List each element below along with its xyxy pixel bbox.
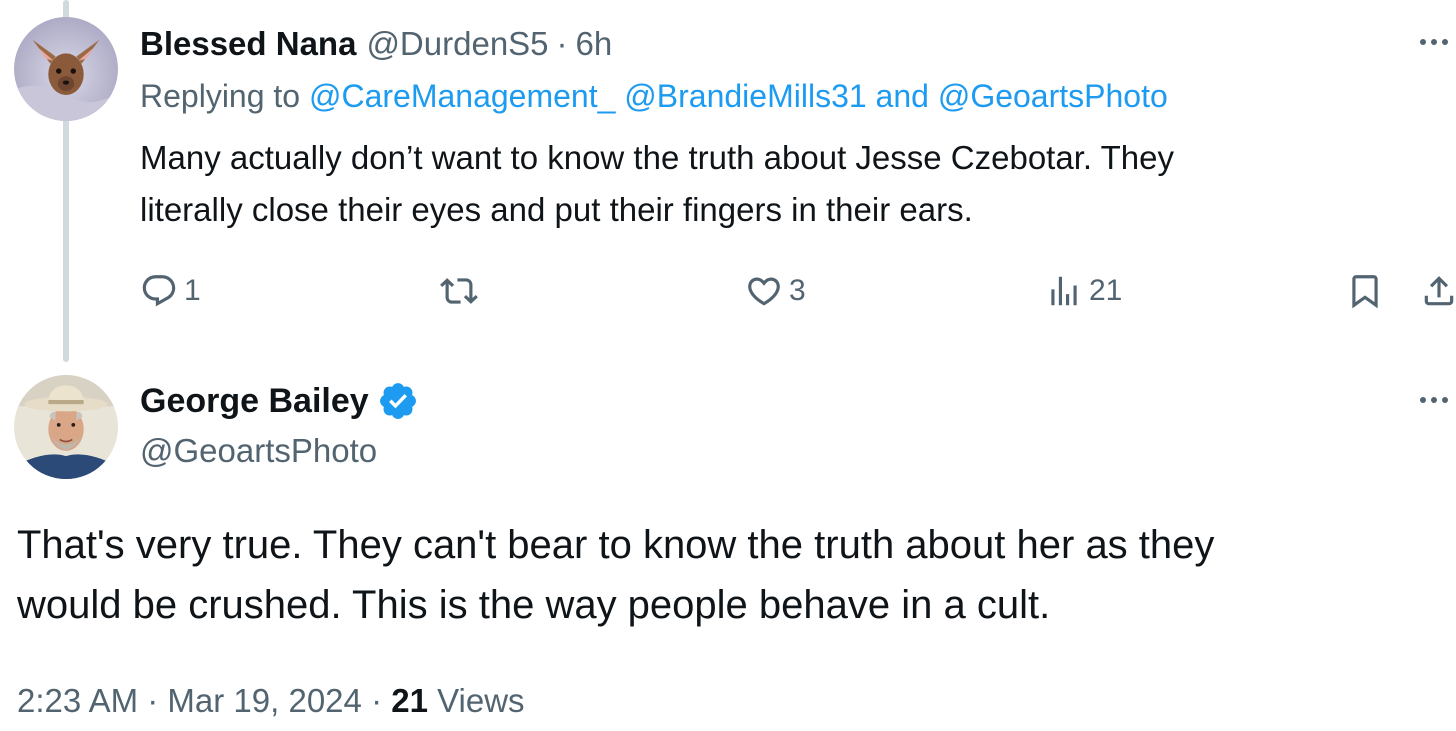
bookmark-button[interactable]	[1346, 266, 1384, 316]
replying-to-label: Replying to	[140, 78, 301, 114]
reply-text-line: literally close their eyes and put their…	[140, 191, 973, 228]
tweet-meta: 2:23 AM · Mar 19, 2024 · 21 Views	[17, 682, 525, 720]
avatar-george-bailey[interactable]	[14, 375, 118, 479]
retweet-button[interactable]	[440, 266, 484, 316]
avatar-dog-image	[14, 17, 118, 121]
bookmark-icon	[1352, 275, 1378, 309]
main-text-line: would be crushed. This is the way people…	[17, 583, 1051, 627]
reply-tweet-text: Many actually don’t want to know the tru…	[140, 132, 1430, 236]
meta-separator: ·	[371, 682, 383, 719]
reply-handle[interactable]: @DurdenS5	[366, 25, 548, 63]
main-display-name[interactable]: George Bailey	[140, 382, 369, 421]
main-handle[interactable]: @GeoartsPhoto	[140, 432, 377, 470]
views-button[interactable]: 21	[1045, 266, 1122, 316]
verified-badge-icon[interactable]	[377, 380, 419, 422]
reply-action-bar: 1 3 21	[0, 266, 1456, 316]
mentions-joiner[interactable]: and	[876, 78, 929, 114]
reply-tweet-header: Blessed Nana @DurdenS5 · 6h	[140, 22, 612, 66]
main-text-line: That's very true. They can't bear to kno…	[17, 523, 1215, 567]
like-count: 3	[789, 274, 806, 307]
more-icon[interactable]	[1420, 32, 1456, 52]
like-button[interactable]: 3	[745, 266, 806, 316]
meta-separator: ·	[147, 682, 159, 719]
main-tweet-name-row: George Bailey	[140, 378, 419, 424]
mention-link[interactable]: @CareManagement_	[309, 78, 615, 114]
more-icon[interactable]	[1420, 390, 1456, 410]
retweet-icon	[440, 278, 478, 304]
tweet-thread: Blessed Nana @DurdenS5 · 6h Replying to …	[0, 0, 1456, 731]
mention-link[interactable]: @BrandieMills31	[624, 78, 866, 114]
reply-time[interactable]: 6h	[576, 25, 613, 63]
reply-button[interactable]: 1	[140, 266, 201, 316]
header-separator: ·	[556, 25, 568, 62]
views-count: 21	[1089, 274, 1123, 307]
mention-link[interactable]: @GeoartsPhoto	[938, 78, 1168, 114]
avatar-man-hat-image	[14, 375, 118, 479]
replying-to-line: Replying to @CareManagement_ @BrandieMil…	[140, 78, 1168, 115]
share-button[interactable]	[1420, 266, 1456, 316]
tweet-time[interactable]: 2:23 AM	[17, 682, 138, 719]
views-icon	[1051, 276, 1077, 306]
like-icon	[748, 277, 780, 306]
main-tweet-text: That's very true. They can't bear to kno…	[17, 515, 1437, 635]
views-number: 21	[391, 682, 428, 719]
views-label: Views	[437, 682, 525, 719]
share-icon	[1424, 276, 1454, 306]
reply-icon	[142, 275, 176, 307]
reply-text-line: Many actually don’t want to know the tru…	[140, 139, 1174, 176]
avatar-blessed-nana[interactable]	[14, 17, 118, 121]
reply-count: 1	[184, 274, 201, 307]
reply-display-name[interactable]: Blessed Nana	[140, 25, 356, 63]
tweet-date[interactable]: Mar 19, 2024	[167, 682, 361, 719]
